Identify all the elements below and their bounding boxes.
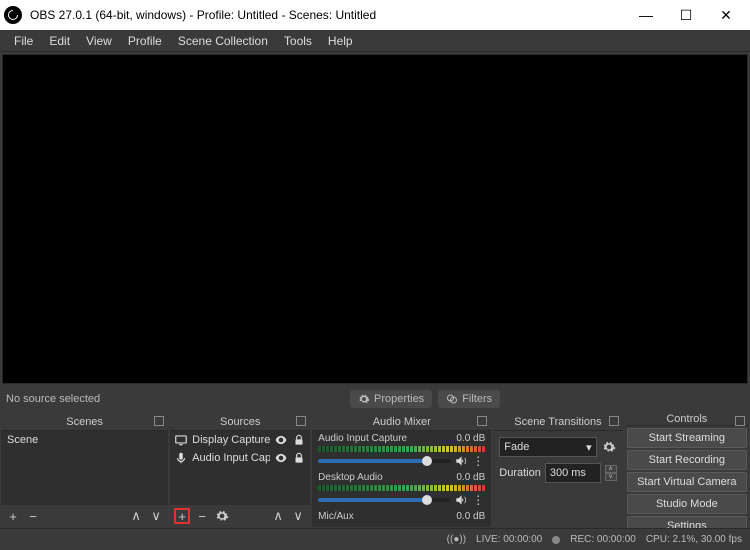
volume-slider[interactable] — [318, 498, 450, 502]
popout-icon[interactable] — [477, 416, 487, 426]
source-row[interactable]: Audio Input Captu — [170, 449, 310, 467]
transitions-title: Scene Transitions — [514, 416, 601, 428]
source-toolbar: No source selected Properties Filters — [0, 386, 750, 412]
popout-icon[interactable] — [296, 416, 306, 426]
gear-icon — [215, 509, 229, 523]
sources-panel: Sources Display Capture Audio Input Capt… — [170, 413, 310, 527]
record-dot-icon — [552, 536, 560, 544]
channel-name: Mic/Aux — [318, 511, 354, 522]
control-button-start virtual camera[interactable]: Start Virtual Camera — [627, 472, 747, 492]
vu-meter — [318, 446, 485, 452]
menu-profile[interactable]: Profile — [120, 32, 170, 50]
scenes-title: Scenes — [66, 416, 103, 428]
menu-view[interactable]: View — [78, 32, 120, 50]
vu-meter — [318, 485, 485, 491]
mixer-channel: Desktop Audio 0.0 dB ⋮ — [312, 470, 491, 509]
preview-canvas[interactable] — [2, 54, 748, 384]
menu-file[interactable]: File — [6, 32, 41, 50]
control-button-start recording[interactable]: Start Recording — [627, 450, 747, 470]
channel-db: 0.0 dB — [456, 472, 485, 483]
no-source-label: No source selected — [6, 393, 100, 405]
mic-icon — [174, 451, 188, 465]
source-properties-button[interactable] — [214, 508, 230, 524]
source-up-button[interactable]: ∧ — [270, 508, 286, 524]
scene-down-button[interactable]: ∨ — [148, 508, 164, 524]
popout-icon[interactable] — [735, 416, 745, 426]
filters-button[interactable]: Filters — [438, 390, 500, 408]
app-window: OBS 27.0.1 (64-bit, windows) - Profile: … — [0, 0, 750, 550]
menubar: File Edit View Profile Scene Collection … — [0, 30, 750, 52]
duration-input[interactable]: 300 ms — [545, 463, 601, 483]
remove-scene-button[interactable]: − — [25, 508, 41, 524]
scenes-footer: + − ∧ ∨ — [1, 505, 168, 527]
mixer-channel: Mic/Aux 0.0 dB — [312, 509, 491, 524]
status-rec: REC: 00:00:00 — [570, 534, 636, 545]
sources-title: Sources — [220, 416, 260, 428]
volume-slider[interactable] — [318, 459, 450, 463]
menu-edit[interactable]: Edit — [41, 32, 78, 50]
transition-select[interactable]: Fade▾ — [499, 437, 596, 457]
control-button-studio mode[interactable]: Studio Mode — [627, 494, 747, 514]
lock-icon[interactable] — [292, 451, 306, 465]
speaker-icon[interactable] — [454, 493, 468, 507]
source-row[interactable]: Display Capture — [170, 431, 310, 449]
status-live: LIVE: 00:00:00 — [476, 534, 542, 545]
broadcast-icon: ((●)) — [447, 534, 466, 545]
add-source-button[interactable]: + — [174, 508, 190, 524]
transitions-panel: Scene Transitions Fade▾ Duration 300 ms … — [493, 413, 622, 527]
channel-menu-button[interactable]: ⋮ — [472, 493, 485, 507]
gear-icon — [358, 393, 370, 405]
duration-label: Duration — [499, 467, 541, 479]
sources-footer: + − ∧ ∨ — [170, 505, 310, 527]
obs-logo-icon — [4, 6, 22, 24]
visibility-icon[interactable] — [274, 451, 288, 465]
status-cpu: CPU: 2.1%, 30.00 fps — [646, 534, 742, 545]
channel-db: 0.0 dB — [456, 511, 485, 522]
remove-source-button[interactable]: − — [194, 508, 210, 524]
status-bar: ((●)) LIVE: 00:00:00 REC: 00:00:00 CPU: … — [0, 528, 750, 550]
scenes-panel: Scenes Scene + − ∧ ∨ — [1, 413, 168, 527]
popout-icon[interactable] — [609, 416, 619, 426]
add-scene-button[interactable]: + — [5, 508, 21, 524]
speaker-icon[interactable] — [454, 454, 468, 468]
channel-name: Desktop Audio — [318, 472, 383, 483]
gear-icon — [602, 440, 616, 454]
mixer-title: Audio Mixer — [373, 416, 431, 428]
window-title: OBS 27.0.1 (64-bit, windows) - Profile: … — [26, 8, 626, 22]
channel-db: 0.0 dB — [456, 433, 485, 444]
controls-title: Controls — [666, 413, 707, 425]
maximize-button[interactable]: ☐ — [666, 0, 706, 30]
titlebar: OBS 27.0.1 (64-bit, windows) - Profile: … — [0, 0, 750, 30]
transition-settings-button[interactable] — [601, 439, 617, 455]
close-button[interactable]: ✕ — [706, 0, 746, 30]
mixer-panel: Audio Mixer Audio Input Capture0.0 dB ⋮ … — [312, 413, 491, 527]
properties-button[interactable]: Properties — [350, 390, 432, 408]
menu-help[interactable]: Help — [320, 32, 361, 50]
duration-spinner[interactable]: ˄˅ — [605, 465, 617, 481]
visibility-icon[interactable] — [274, 433, 288, 447]
scene-up-button[interactable]: ∧ — [128, 508, 144, 524]
control-button-start streaming[interactable]: Start Streaming — [627, 428, 747, 448]
controls-panel: Controls Start StreamingStart RecordingS… — [625, 413, 749, 527]
source-down-button[interactable]: ∨ — [290, 508, 306, 524]
minimize-button[interactable]: ― — [626, 0, 666, 30]
channel-menu-button[interactable]: ⋮ — [472, 454, 485, 468]
filters-icon — [446, 393, 458, 405]
display-icon — [174, 433, 188, 447]
docks: Scenes Scene + − ∧ ∨ Sources Display Cap… — [0, 412, 750, 528]
lock-icon[interactable] — [292, 433, 306, 447]
scene-row[interactable]: Scene — [1, 431, 168, 449]
popout-icon[interactable] — [154, 416, 164, 426]
menu-scene-collection[interactable]: Scene Collection — [170, 32, 276, 50]
menu-tools[interactable]: Tools — [276, 32, 320, 50]
channel-name: Audio Input Capture — [318, 433, 407, 444]
mixer-channel: Audio Input Capture 0.0 dB ⋮ — [312, 431, 491, 470]
